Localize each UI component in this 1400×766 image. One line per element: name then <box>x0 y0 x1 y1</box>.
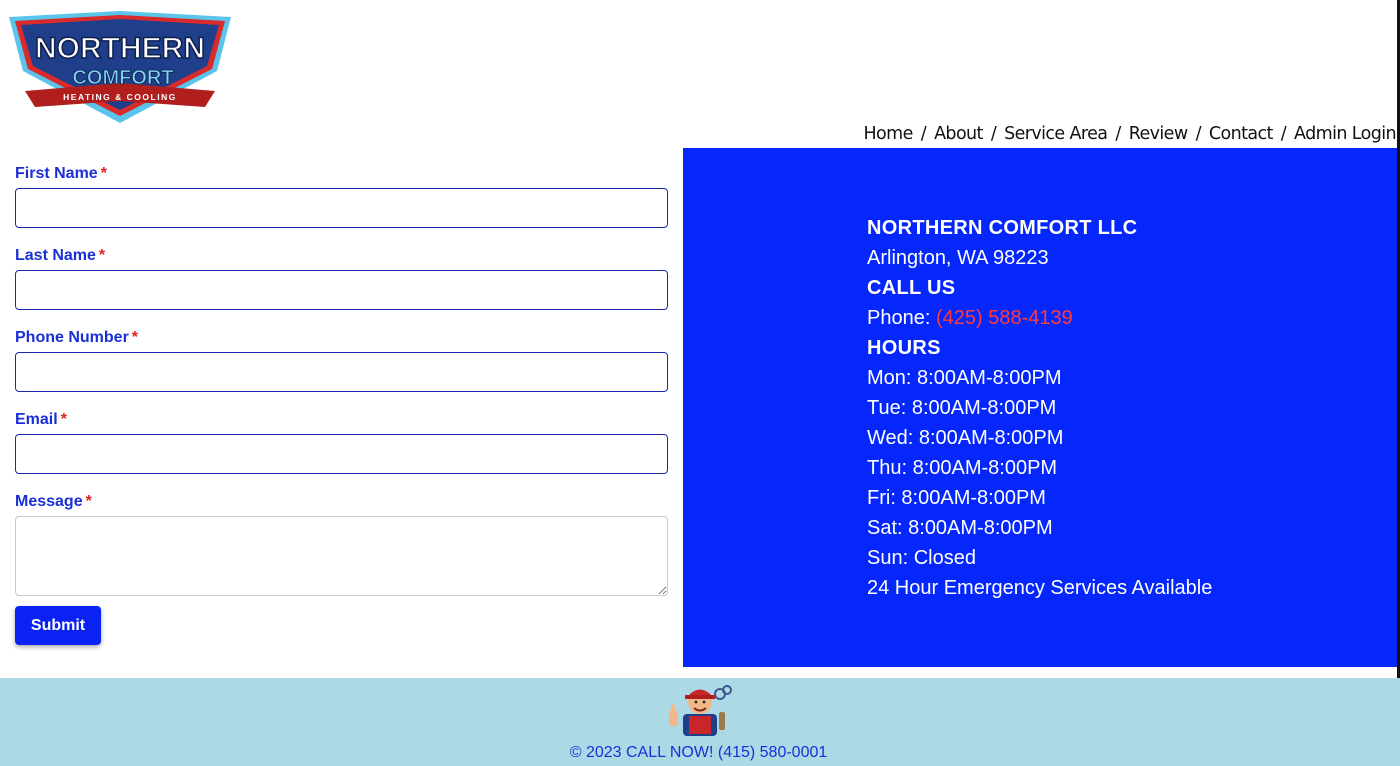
submit-button[interactable]: Submit <box>15 606 101 645</box>
email-label-text: Email <box>15 411 58 428</box>
business-info-panel: NORTHERN COMFORT LLC Arlington, WA 98223… <box>683 148 1397 667</box>
call-us-heading: CALL US <box>867 277 956 299</box>
phone-number-label-text: Phone Number <box>15 329 129 346</box>
hours-sunday: Sun: Closed <box>867 547 976 569</box>
nav-separator: / <box>1280 124 1287 144</box>
nav-separator: / <box>1195 124 1202 144</box>
nav-separator: / <box>990 124 997 144</box>
logo-line2: COMFORT <box>72 67 173 89</box>
hours-thursday: Thu: 8:00AM-8:00PM <box>867 457 1058 479</box>
logo-line1: NORTHERN <box>35 32 205 65</box>
first-name-input[interactable] <box>15 188 668 228</box>
hours-monday: Mon: 8:00AM-8:00PM <box>867 367 1062 389</box>
message-label: Message * <box>15 488 668 516</box>
hours-saturday: Sat: 8:00AM-8:00PM <box>867 517 1053 539</box>
email-label: Email * <box>15 406 668 434</box>
phone-prefix: Phone: <box>867 307 931 329</box>
required-mark: * <box>85 493 92 510</box>
footer-copyright: © 2023 CALL NOW! (415) 580-0001 <box>569 744 828 761</box>
last-name-input[interactable] <box>15 270 668 310</box>
nav-home-link[interactable]: Home <box>863 124 913 144</box>
nav-service-area-link[interactable]: Service Area <box>1004 124 1108 144</box>
first-name-label-text: First Name <box>15 165 98 182</box>
required-mark: * <box>100 165 107 182</box>
nav-about-link[interactable]: About <box>934 124 983 144</box>
message-textarea[interactable] <box>15 516 668 596</box>
required-mark: * <box>60 411 67 428</box>
phone-number-label: Phone Number * <box>15 324 668 352</box>
technician-mascot-icon <box>669 685 732 736</box>
phone-line: Phone: (425) 588-4139 <box>867 303 1212 333</box>
required-mark: * <box>98 247 106 264</box>
business-info-content: NORTHERN COMFORT LLC Arlington, WA 98223… <box>867 213 1212 603</box>
company-address: Arlington, WA 98223 <box>867 247 1049 269</box>
phone-number-input[interactable] <box>15 352 668 392</box>
logo-line3: HEATING & COOLING <box>63 92 177 102</box>
last-name-label-text: Last Name <box>15 247 96 264</box>
nav-contact-link[interactable]: Contact <box>1209 124 1273 144</box>
phone-link[interactable]: (425) 588-4139 <box>936 307 1073 329</box>
nav-review-link[interactable]: Review <box>1129 124 1188 144</box>
email-input[interactable] <box>15 434 668 474</box>
last-name-label: Last Name * <box>15 242 668 270</box>
contact-form: First Name * Last Name * Phone Number * Ema… <box>15 160 668 645</box>
emergency-notice: 24 Hour Emergency Services Available <box>867 577 1213 599</box>
company-name: NORTHERN COMFORT LLC <box>867 217 1138 239</box>
hours-wednesday: Wed: 8:00AM-8:00PM <box>867 427 1064 449</box>
nav-separator: / <box>920 124 927 144</box>
main-nav: Home / About / Service Area / Review / C… <box>863 121 1396 147</box>
required-mark: * <box>131 329 139 346</box>
footer: © 2023 CALL NOW! (415) 580-0001 <box>0 678 1400 766</box>
nav-admin-login-link[interactable]: Admin Login <box>1294 124 1397 144</box>
first-name-label: First Name * <box>15 160 668 188</box>
northern-comfort-logo[interactable]: NORTHERN COMFORT HEATING & COOLING <box>5 11 235 125</box>
hours-tuesday: Tue: 8:00AM-8:00PM <box>867 397 1057 419</box>
hours-friday: Fri: 8:00AM-8:00PM <box>867 487 1046 509</box>
hours-heading: HOURS <box>867 337 941 359</box>
nav-separator: / <box>1115 124 1121 144</box>
message-label-text: Message <box>15 493 83 510</box>
